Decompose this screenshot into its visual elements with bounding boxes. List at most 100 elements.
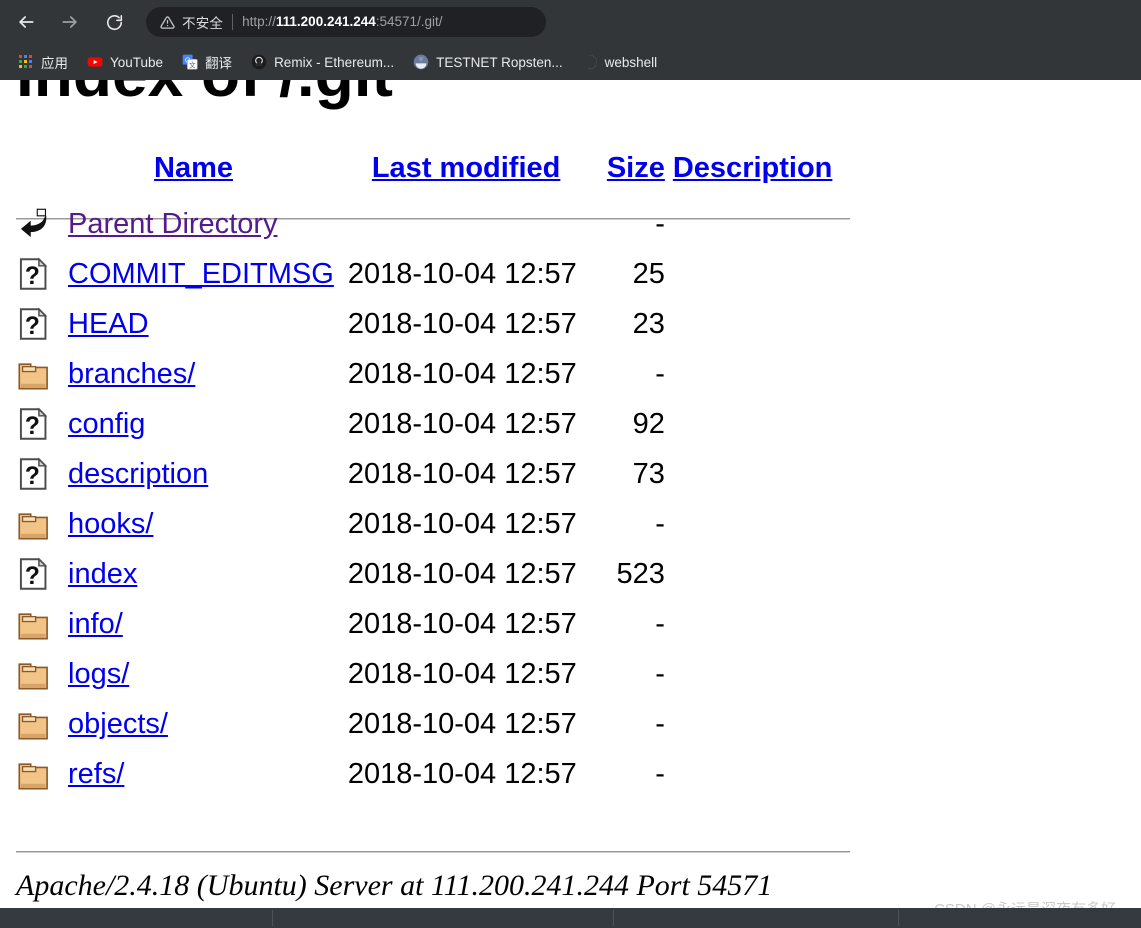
taskbar-divider	[613, 910, 614, 926]
folder-icon	[18, 363, 48, 390]
table-row: logs/2018-10-04 12:57 -	[16, 649, 832, 699]
browser-chrome: 不安全 http://111.200.241.244:54571/.git/ 应…	[0, 0, 1141, 80]
file-link[interactable]: logs/	[68, 658, 129, 690]
row-last-modified-cell: 2018-10-04 12:57	[347, 508, 577, 540]
row-description-cell	[665, 499, 833, 549]
sort-by-date-link[interactable]: Last modified	[372, 152, 561, 184]
google-translate-icon: G 文	[182, 54, 198, 70]
address-bar[interactable]: 不安全 http://111.200.241.244:54571/.git/	[146, 7, 546, 37]
row-description-cell	[665, 199, 833, 249]
row-name-cell: hooks/	[68, 499, 348, 549]
file-link[interactable]: branches/	[68, 358, 195, 390]
reload-icon	[106, 14, 122, 30]
globe-icon	[581, 55, 597, 69]
file-link[interactable]: description	[68, 458, 208, 490]
sort-by-description-link[interactable]: Description	[673, 152, 833, 184]
bookmark-label: YouTube	[110, 54, 164, 70]
column-header-description[interactable]: Description	[665, 152, 833, 199]
row-name-cell: COMMIT_EDITMSG	[68, 249, 348, 299]
row-description-cell	[665, 349, 833, 399]
bookmark-translate[interactable]: G 文 翻译	[175, 49, 239, 75]
table-row: ? HEAD 2018-10-04 12:57 23	[16, 299, 832, 349]
csdn-watermark: CSDN @永远是深夜有多好。	[934, 898, 1131, 908]
unknown-file-icon: ?	[19, 257, 48, 290]
file-link[interactable]: hooks/	[68, 508, 153, 540]
column-header-last-modified[interactable]: Last modified	[348, 152, 577, 199]
table-row: hooks/2018-10-04 12:57 -	[16, 499, 832, 549]
row-name-cell: objects/	[68, 699, 348, 749]
file-link[interactable]: index	[68, 558, 137, 590]
row-size-cell: -	[655, 508, 665, 540]
back-arrow-icon	[19, 16, 34, 28]
row-icon-cell	[16, 199, 68, 249]
row-name-cell: HEAD	[68, 299, 348, 349]
bookmarks-bar: 应用 YouTube G 文 翻译 Remix - Et	[0, 44, 1141, 80]
row-last-modified-cell: 2018-10-04 12:57	[347, 608, 577, 640]
reload-button[interactable]	[96, 4, 132, 40]
folder-icon	[18, 763, 48, 790]
file-link[interactable]: refs/	[68, 758, 124, 790]
table-row: ? index 2018-10-04 12:57 523	[16, 549, 832, 599]
row-size-cell: 23	[632, 308, 665, 340]
bookmark-testnet-ropsten[interactable]: TESTNET Ropsten...	[406, 49, 570, 75]
row-size-cell: -	[655, 758, 665, 790]
security-status-label: 不安全	[182, 16, 224, 31]
forward-button[interactable]	[52, 4, 88, 40]
row-last-modified-cell: 2018-10-04 12:57	[347, 708, 577, 740]
taskbar	[0, 908, 1141, 928]
directory-listing-table: Name Last modified Size Description Pare…	[16, 152, 832, 799]
url-text: http://111.200.241.244:54571/.git/	[242, 15, 443, 29]
svg-text:?: ?	[25, 413, 40, 440]
not-secure-warning-icon	[160, 15, 175, 30]
row-description-cell	[665, 599, 833, 649]
taskbar-divider	[898, 910, 899, 926]
file-link[interactable]: Parent Directory	[68, 208, 278, 240]
row-last-modified-cell: 2018-10-04 12:57	[347, 458, 577, 490]
sort-by-size-link[interactable]: Size	[607, 152, 665, 184]
table-row: ? description 2018-10-04 12:57 73	[16, 449, 832, 499]
row-name-cell: refs/	[68, 749, 348, 799]
row-description-cell	[665, 699, 833, 749]
bookmark-label: Remix - Ethereum...	[274, 54, 395, 70]
bookmark-apps[interactable]: 应用	[12, 49, 75, 75]
bookmark-label: 应用	[41, 56, 68, 71]
row-icon-cell	[16, 599, 68, 649]
row-description-cell	[665, 749, 833, 799]
row-description-cell	[665, 549, 833, 599]
file-link[interactable]: HEAD	[68, 308, 149, 340]
row-name-cell: logs/	[68, 649, 348, 699]
row-size-cell: -	[655, 608, 665, 640]
row-name-cell: branches/	[68, 349, 348, 399]
back-button[interactable]	[8, 4, 44, 40]
page-content: Index of /.git Name Last modified Size D…	[0, 80, 1141, 908]
row-description-cell	[665, 299, 833, 349]
column-header-name[interactable]: Name	[68, 152, 348, 199]
directory-listing-body: Parent Directory -? COMMIT_EDITMSG 2018-10-…	[16, 199, 832, 799]
row-name-cell: index	[68, 549, 348, 599]
table-header-row: Name Last modified Size Description	[16, 152, 832, 199]
row-name-cell: Parent Directory	[68, 199, 348, 249]
row-size-cell: -	[655, 658, 665, 690]
table-row: branches/2018-10-04 12:57 -	[16, 349, 832, 399]
bookmark-webshell[interactable]: webshell	[575, 49, 665, 75]
column-header-size[interactable]: Size	[577, 152, 665, 199]
bookmark-remix[interactable]: Remix - Ethereum...	[244, 49, 401, 75]
row-icon-cell: ?	[16, 449, 68, 499]
row-icon-cell: ?	[16, 399, 68, 449]
bookmark-youtube[interactable]: YouTube	[80, 49, 170, 75]
file-link[interactable]: objects/	[68, 708, 168, 740]
svg-text:?: ?	[25, 563, 40, 590]
table-row: info/2018-10-04 12:57 -	[16, 599, 832, 649]
table-row: ? COMMIT_EDITMSG 2018-10-04 12:57 25	[16, 249, 832, 299]
file-link[interactable]: COMMIT_EDITMSG	[68, 258, 334, 290]
row-last-modified-cell: 2018-10-04 12:57	[347, 408, 577, 440]
row-name-cell: config	[68, 399, 348, 449]
row-size-cell: -	[655, 208, 665, 240]
file-link[interactable]: info/	[68, 608, 123, 640]
row-name-cell: description	[68, 449, 348, 499]
header-icon-spacer	[16, 152, 68, 199]
sort-by-name-link[interactable]: Name	[154, 152, 233, 184]
row-last-modified-cell	[348, 199, 577, 249]
unknown-file-icon: ?	[19, 307, 48, 340]
file-link[interactable]: config	[68, 408, 145, 440]
